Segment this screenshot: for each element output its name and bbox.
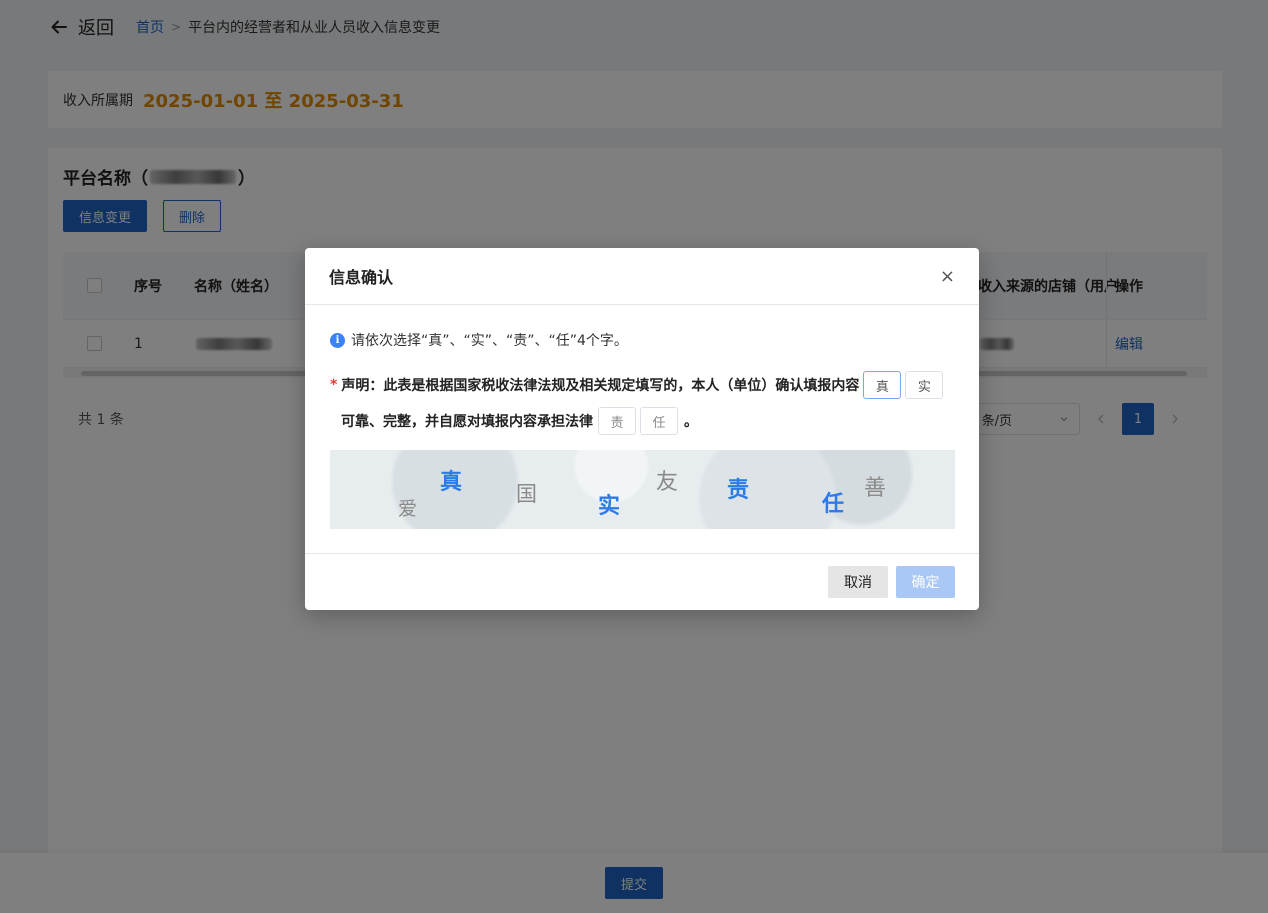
- hint-text: 请依次选择“真”、“实”、“责”、“任”4个字。: [351, 333, 628, 349]
- close-icon[interactable]: ×: [940, 266, 955, 287]
- statement-line-1: * 声明：此表是根据国家税收法律法规及相关规定填写的，本人（单位）确认填报内容 …: [330, 370, 950, 400]
- statement: * 声明：此表是根据国家税收法律法规及相关规定填写的，本人（单位）确认填报内容 …: [330, 370, 950, 436]
- statement-line-2: 可靠、完整，并自愿对填报内容承担法律 责 任 。: [330, 406, 950, 436]
- slot-1[interactable]: 真: [863, 371, 902, 399]
- dialog-hint: i 请依次选择“真”、“实”、“责”、“任”4个字。: [330, 330, 628, 350]
- dialog-title: 信息确认: [329, 268, 394, 287]
- page: 返回 首页 > 平台内的经营者和从业人员收入信息变更 收入所属期 2025-01…: [0, 0, 1268, 913]
- confirm-button[interactable]: 确定: [896, 566, 955, 598]
- captcha-char[interactable]: 实: [598, 488, 620, 520]
- confirm-dialog: 信息确认 × i 请依次选择“真”、“实”、“责”、“任”4个字。 * 声明：此…: [305, 248, 979, 610]
- info-icon: i: [330, 332, 345, 348]
- required-mark: *: [330, 377, 338, 393]
- dialog-footer: 取消 确定: [305, 553, 979, 610]
- captcha-char[interactable]: 国: [516, 478, 537, 508]
- statement-text-1: 声明：此表是根据国家税收法律法规及相关规定填写的，本人（单位）确认填报内容: [341, 378, 860, 394]
- captcha-char[interactable]: 友: [656, 464, 678, 496]
- statement-end: 。: [684, 414, 698, 430]
- statement-text-2: 可靠、完整，并自愿对填报内容承担法律: [341, 414, 593, 430]
- dialog-header: 信息确认 ×: [305, 248, 979, 305]
- slot-3[interactable]: 责: [598, 407, 636, 435]
- slot-2[interactable]: 实: [905, 371, 944, 399]
- cancel-button[interactable]: 取消: [828, 566, 888, 598]
- captcha-char[interactable]: 任: [822, 486, 844, 518]
- slot-4[interactable]: 任: [640, 407, 678, 435]
- captcha-char[interactable]: 善: [864, 470, 886, 502]
- captcha-panel: 爱 真 国 实 友 责 任 善: [330, 450, 955, 529]
- captcha-char[interactable]: 责: [727, 472, 749, 504]
- captcha-char[interactable]: 真: [440, 464, 462, 496]
- captcha-char[interactable]: 爱: [398, 494, 417, 521]
